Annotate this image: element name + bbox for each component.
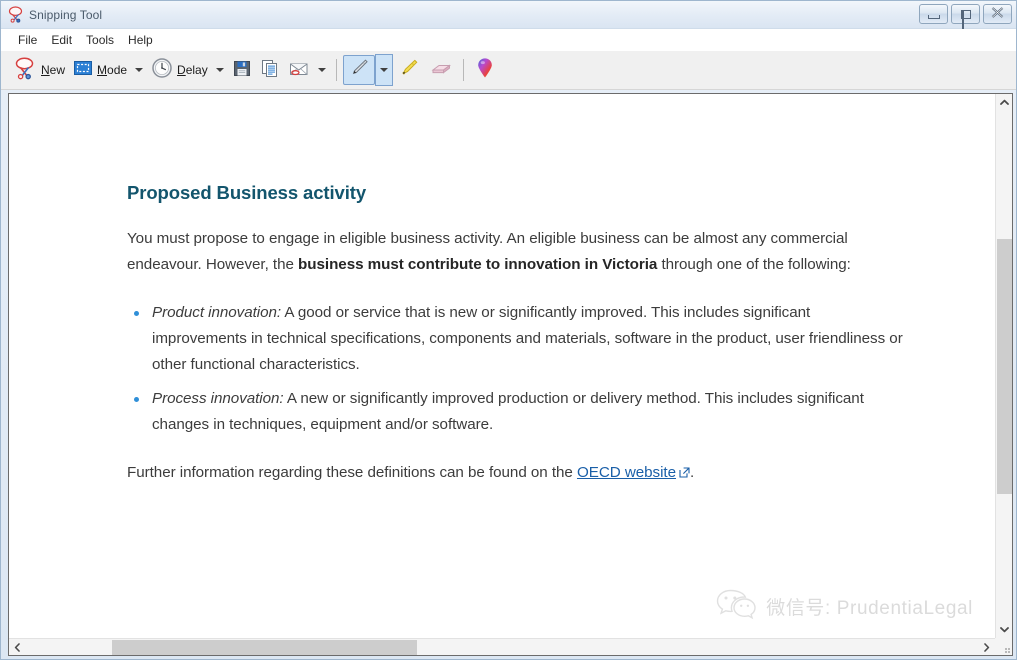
snip-content-area: Proposed Business activity You must prop… — [8, 93, 1013, 656]
delay-button[interactable]: Delay — [147, 55, 212, 85]
close-button[interactable] — [983, 4, 1012, 24]
copy-snip-button[interactable] — [256, 55, 284, 85]
selection-rectangle-icon — [73, 58, 93, 83]
watermark-text: 微信号: PrudentiaLegal — [766, 598, 973, 619]
toolbar-separator-2 — [462, 59, 464, 81]
horizontal-scrollbar[interactable] — [9, 638, 995, 655]
eraser-tool-button[interactable] — [425, 55, 457, 85]
intro-paragraph-bold: business must contribute to innovation i… — [298, 256, 658, 274]
toolbar: New Mode Delay — [1, 51, 1016, 90]
list-item: Process innovation: A new or significant… — [127, 386, 904, 438]
list-item-emphasis: Product innovation: — [152, 304, 282, 322]
eraser-icon — [429, 56, 453, 85]
pin-tool-button[interactable] — [470, 55, 500, 85]
oecd-website-link[interactable]: OECD website — [577, 464, 676, 481]
email-dropdown-arrow[interactable] — [314, 55, 330, 85]
innovation-type-list: Product innovation: A good or service th… — [127, 300, 907, 438]
oecd-website-link-label: OECD website — [576, 464, 676, 482]
horizontal-scroll-thumb[interactable] — [112, 640, 417, 655]
menu-item-help[interactable]: Help — [121, 31, 160, 49]
highlighter-tool-button[interactable] — [393, 55, 425, 85]
maximize-button[interactable] — [951, 4, 980, 29]
new-snip-label: New — [41, 63, 66, 77]
floppy-disk-save-icon — [232, 58, 252, 83]
vertical-scrollbar[interactable] — [995, 94, 1012, 638]
menu-item-file[interactable]: File — [11, 31, 44, 49]
intro-paragraph-part-2: through one of the following: — [657, 256, 851, 274]
mode-button[interactable]: Mode — [69, 55, 131, 85]
toolbar-separator-1 — [335, 59, 337, 81]
snip-canvas[interactable]: Proposed Business activity You must prop… — [9, 94, 995, 638]
minimize-button[interactable] — [919, 4, 948, 24]
maximize-icon — [960, 9, 971, 29]
page-title: Proposed Business activity — [127, 182, 367, 203]
envelope-email-icon — [288, 58, 310, 83]
title-bar: Snipping Tool — [1, 1, 1016, 29]
new-snip-button[interactable]: New — [9, 55, 69, 85]
delay-dropdown-arrow[interactable] — [212, 55, 228, 85]
email-snip-button[interactable] — [284, 55, 314, 85]
scrollbar-corner — [995, 638, 1012, 655]
save-snip-button[interactable] — [228, 55, 256, 85]
vertical-scroll-thumb[interactable] — [997, 239, 1012, 494]
further-info-part-2: . — [689, 464, 695, 482]
further-info-paragraph: Further information regarding these defi… — [127, 460, 907, 487]
pen-icon — [347, 56, 371, 85]
intro-paragraph: You must propose to engage in eligible b… — [127, 226, 907, 278]
scissors-icon — [13, 56, 37, 85]
scroll-down-button[interactable] — [996, 621, 1012, 638]
mode-label: Mode — [97, 63, 128, 77]
pen-dropdown-arrow[interactable] — [374, 54, 393, 86]
clock-icon — [151, 57, 173, 84]
list-item: Product innovation: A good or service th… — [127, 300, 904, 378]
external-link-icon — [679, 461, 690, 487]
wechat-logo-icon — [716, 587, 758, 626]
minimize-icon — [927, 14, 940, 19]
pen-tool-button[interactable] — [342, 55, 375, 85]
menu-item-edit[interactable]: Edit — [44, 31, 79, 49]
copy-documents-icon — [260, 58, 280, 83]
list-item-emphasis: Process innovation: — [152, 390, 284, 408]
menu-item-tools[interactable]: Tools — [79, 31, 121, 49]
highlighter-icon — [397, 56, 421, 85]
chevron-right-icon — [983, 643, 990, 652]
close-icon — [991, 5, 1004, 23]
further-info-part-1: Further information regarding these defi… — [127, 464, 577, 482]
snipping-tool-icon — [7, 6, 24, 23]
watermark: 微信号: PrudentiaLegal — [716, 587, 973, 626]
menu-bar: File Edit Tools Help — [1, 29, 1016, 51]
scroll-right-button[interactable] — [978, 639, 995, 655]
snipping-tool-window: Snipping Tool File Edit Tools Help New M… — [0, 0, 1017, 660]
colored-pin-icon — [474, 56, 496, 85]
chevron-down-icon — [1000, 626, 1009, 633]
captured-document: Proposed Business activity You must prop… — [127, 182, 907, 509]
mode-dropdown-arrow[interactable] — [131, 55, 147, 85]
delay-label: Delay — [177, 63, 208, 77]
window-controls — [919, 4, 1012, 29]
window-title: Snipping Tool — [29, 7, 103, 22]
